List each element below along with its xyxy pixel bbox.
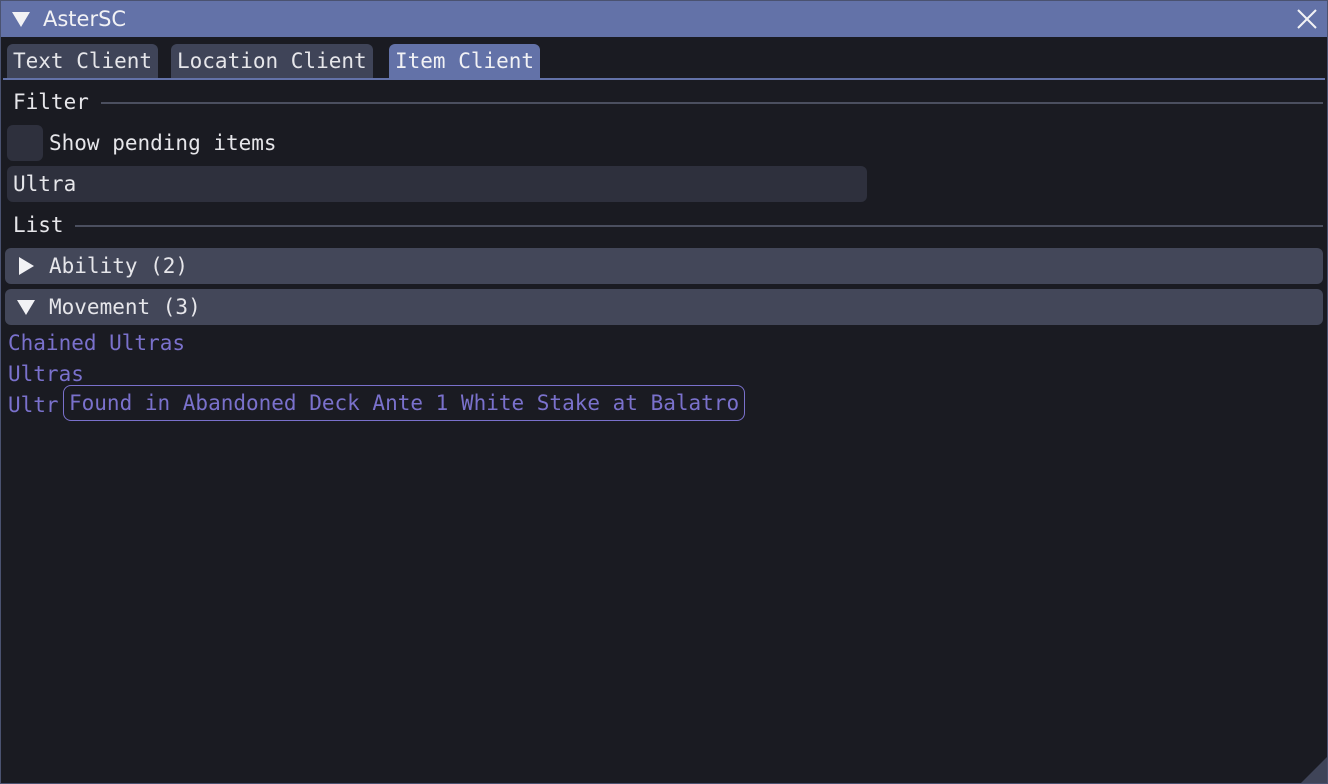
tab-item-client[interactable]: Item Client [389, 44, 541, 78]
filter-search-input[interactable]: Ultra [7, 166, 867, 202]
filter-separator [101, 102, 1323, 104]
show-pending-label[interactable]: Show pending items [49, 130, 277, 156]
list-separator [75, 225, 1323, 227]
title-bar[interactable]: AsterSC [1, 1, 1327, 37]
tab-location-client[interactable]: Location Client [171, 44, 373, 78]
filter-section-label: Filter [13, 90, 89, 114]
triangle-down-icon [17, 300, 35, 315]
item-tooltip: Found in Abandoned Deck Ante 1 White Sta… [63, 385, 746, 421]
tab-bar-underline [3, 78, 1325, 80]
astersc-window: AsterSC Text Client Location Client Item… [0, 0, 1328, 784]
list-item-ultras[interactable]: Ultras [8, 361, 84, 387]
tree-node-label: Ability (2) [49, 254, 189, 278]
close-icon[interactable] [1295, 7, 1319, 31]
tree-node-movement[interactable]: Movement (3) [5, 289, 1323, 325]
tab-bar: Text Client Location Client Item Client [1, 37, 1327, 79]
triangle-down-icon[interactable] [12, 12, 30, 27]
show-pending-checkbox[interactable] [7, 125, 43, 161]
list-item-chained-ultras[interactable]: Chained Ultras [8, 330, 185, 356]
tab-text-client[interactable]: Text Client [7, 44, 159, 78]
list-item-ultr[interactable]: Ultr [8, 392, 59, 418]
resize-grip[interactable] [1301, 757, 1327, 783]
tree-node-ability[interactable]: Ability (2) [5, 248, 1323, 284]
window-title: AsterSC [43, 7, 127, 31]
triangle-right-icon [19, 257, 34, 275]
list-section-label: List [13, 213, 64, 237]
tree-node-label: Movement (3) [49, 295, 201, 319]
